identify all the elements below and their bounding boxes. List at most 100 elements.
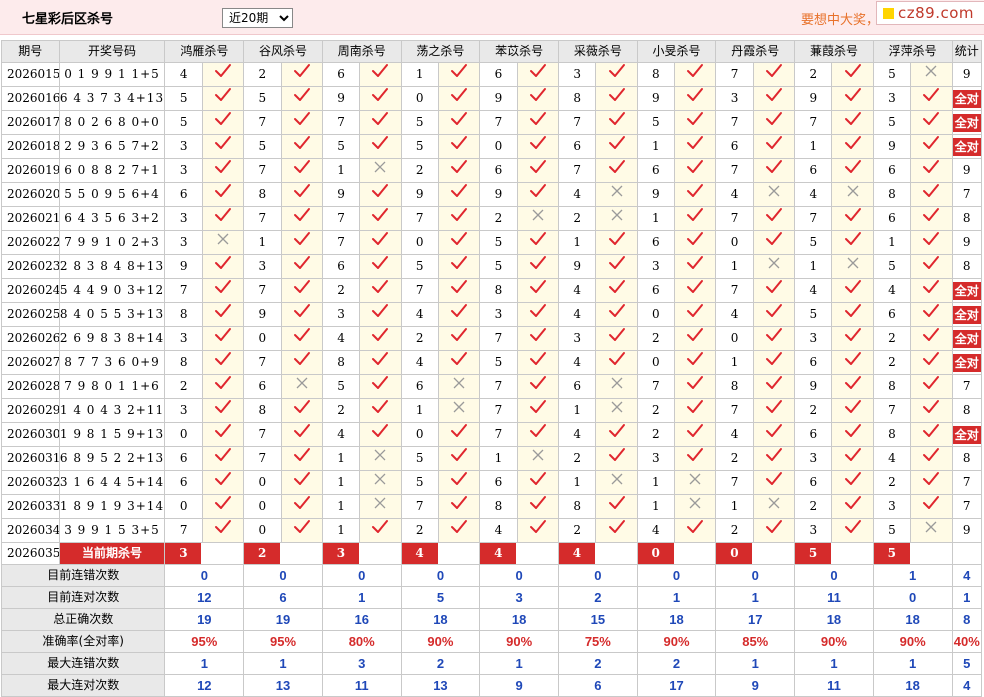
red-check-icon [516,518,559,543]
red-check-icon [201,374,245,399]
red-check-icon [910,302,953,327]
red-check-icon [201,110,245,135]
kill-number-cell: 2 [400,326,439,351]
kill-number-cell: 7 [243,158,282,183]
stats-value: 1 [321,586,402,609]
red-check-icon [910,422,953,447]
gray-cross-icon [595,470,638,495]
red-check-icon [910,206,953,231]
red-check-icon [674,350,717,375]
draw-cell: 3 1 6 4 4 5+14 [58,470,166,495]
kill-number-cell: 3 [164,158,203,183]
issue-cell: 2026021 [1,206,60,231]
red-check-icon [752,374,796,399]
stats-value: 1 [794,652,874,675]
red-check-icon [674,302,717,327]
kill-number-cell: 0 [243,494,282,519]
gray-cross-icon [674,470,717,495]
site-badge[interactable]: cz89.com [876,1,984,25]
kill-number-cell: 7 [479,326,518,351]
all-correct-badge: 全对 [952,353,981,372]
red-check-icon [437,182,481,207]
stats-row: 准确率(全对率) 95% 95% 80% 90% 90% 75% 90% 85% 90% 90% 40… [0,630,982,653]
red-check-icon [437,470,481,495]
kill-number-cell: 2 [636,398,676,423]
red-check-icon [831,374,874,399]
stats-value: 2 [557,652,638,675]
red-check-icon [359,86,402,111]
red-check-icon [280,62,323,87]
kill-number-cell: 8 [243,398,282,423]
kill-number-cell: 5 [400,110,439,135]
draw-cell: 6 8 9 5 2 2+13 [58,446,166,471]
red-check-icon [280,302,323,327]
red-check-icon [595,230,638,255]
current-kill-cell: 0 [715,542,796,565]
draw-cell: 6 4 3 5 6 3+2 [58,206,166,231]
kill-number-cell: 9 [479,86,518,111]
header-expert-4: 荡之杀号 [400,40,481,63]
all-correct-badge: 全对 [952,113,981,132]
red-check-icon [359,230,402,255]
draw-cell: 5 4 4 9 0 3+12 [58,278,166,303]
red-check-icon [752,470,796,495]
total-cell: 9 [951,518,982,543]
red-check-icon [910,134,953,159]
red-check-icon [359,110,402,135]
kill-number-cell: 8 [479,494,518,519]
kill-number-cell: 1 [321,446,361,471]
total-cell: 全对 [951,350,982,375]
header-expert-10: 浮萍杀号 [872,40,953,63]
red-check-icon [201,494,245,519]
kill-number-cell: 6 [479,470,518,495]
stats-label: 目前连错次数 [0,564,166,587]
kill-number-cell: 0 [715,230,754,255]
total-cell: 8 [951,206,982,231]
kill-number-cell: 5 [400,254,439,279]
kill-number-cell: 7 [400,278,439,303]
kill-number-cell: 1 [321,494,361,519]
kill-number-cell: 5 [321,134,361,159]
gray-cross-icon [201,230,245,255]
kill-number-cell: 6 [636,158,676,183]
red-check-icon [280,446,323,471]
stats-value: 15 [557,608,638,631]
kill-number-cell: 8 [557,86,597,111]
red-check-icon [910,398,953,423]
kill-number-cell: 2 [400,158,439,183]
total-cell: 全对 [951,278,982,303]
table-row: 2026034 3 9 9 1 5 3+5 7 0 1 2 4 2 4 2 3 5 9 [1,518,982,543]
stats-value: 18 [872,674,953,697]
red-check-icon [595,350,638,375]
red-check-icon [674,398,717,423]
kill-number-cell: 9 [636,86,676,111]
red-check-icon [280,398,323,423]
red-check-icon [516,326,559,351]
stats-value: 1 [872,652,953,675]
red-check-icon [595,422,638,447]
kill-number-cell: 1 [715,254,754,279]
table-row: 2026028 7 9 8 0 1 1+6 2 6 5 6 7 6 7 8 9 8 7 [1,374,982,399]
stats-value: 1 [872,564,953,587]
red-check-icon [201,254,245,279]
red-check-icon [516,494,559,519]
header-issue: 期号 [1,40,60,63]
red-check-icon [437,350,481,375]
red-check-icon [595,110,638,135]
red-check-icon [910,254,953,279]
kill-number-cell: 2 [794,494,833,519]
table-row: 2026015 0 1 9 9 1 1+5 4 2 6 1 6 3 8 7 2 5 9 [1,62,982,87]
stats-value: 16 [321,608,402,631]
draw-cell: 6 0 8 8 2 7+1 [58,158,166,183]
header-expert-8: 丹霞杀号 [715,40,796,63]
red-check-icon [516,302,559,327]
current-kill-number: 3 [323,543,359,564]
period-select[interactable]: 近20期 [222,8,293,28]
stats-total: 1 [951,586,982,609]
draw-cell: 1 9 8 1 5 9+13 [58,422,166,447]
kill-number-cell: 2 [636,422,676,447]
table-row: 2026032 3 1 6 4 4 5+14 6 0 1 5 6 1 1 7 6 2 7 [1,470,982,495]
red-check-icon [437,86,481,111]
stats-value: 90% [794,630,874,653]
red-check-icon [595,62,638,87]
